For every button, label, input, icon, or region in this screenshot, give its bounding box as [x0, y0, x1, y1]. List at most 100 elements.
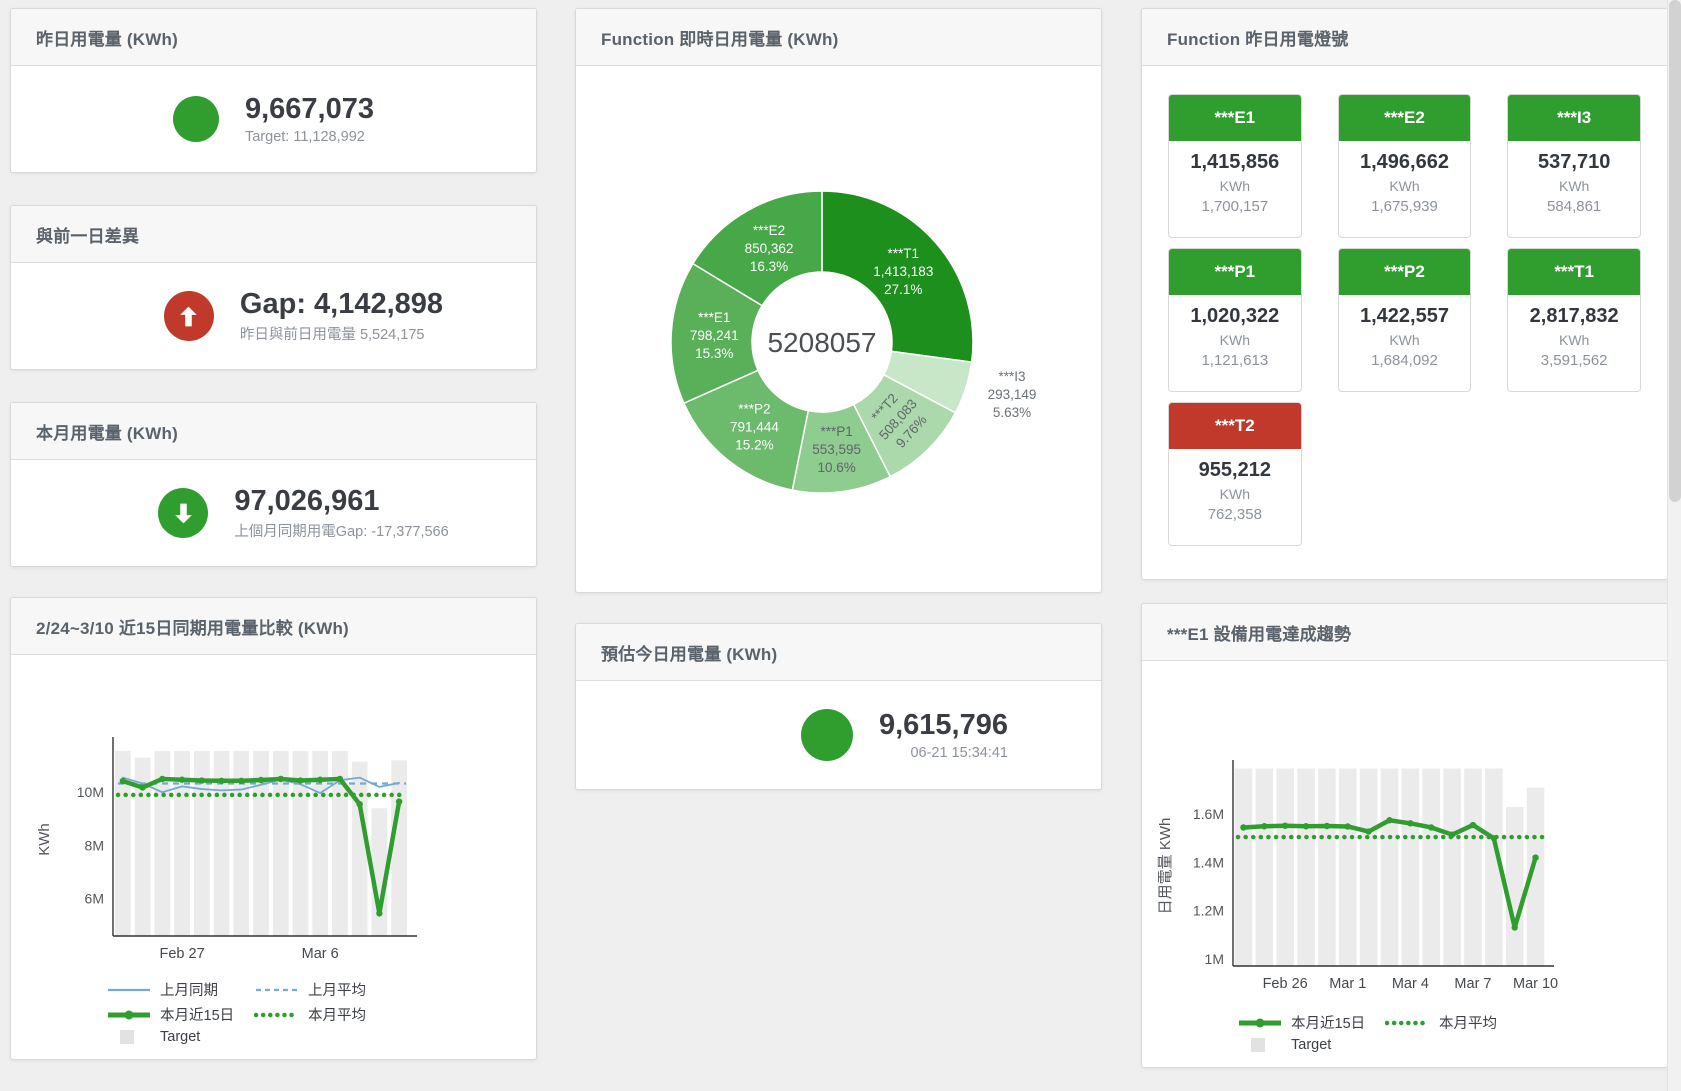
- legend-label: 本月平均: [1439, 1012, 1497, 1033]
- panel-header[interactable]: ***E1 設備用電達成趨勢: [1142, 604, 1667, 661]
- tile-label: ***E2: [1339, 95, 1471, 141]
- donut-body: ***T11,413,18327.1%***I3293,1495.63%***T…: [576, 66, 1101, 592]
- panel-title: Function 即時日用電量 (KWh): [601, 25, 838, 50]
- legend-label: Target: [160, 1029, 200, 1045]
- stat-text: Gap: 4,142,898 昨日與前日用電量 5,524,175: [240, 288, 443, 344]
- lights-tiles: ***E1 1,415,856 KWh 1,700,157 ***E2 1,496,662…: [1142, 66, 1667, 574]
- tile-label: ***P1: [1169, 249, 1301, 295]
- tile-label: ***I3: [1508, 95, 1640, 141]
- legend-row: Target: [1237, 1037, 1667, 1053]
- tile-value: 955,212: [1169, 459, 1301, 482]
- panel-header[interactable]: 預估今日用電量 (KWh): [576, 624, 1101, 681]
- status-circle-icon: [801, 709, 853, 761]
- arrow-up-icon: [175, 303, 202, 330]
- legend-row: 本月近15日本月平均: [106, 1004, 536, 1025]
- legend-swatch-square: [106, 1029, 152, 1045]
- legend-label: 上月同期: [160, 979, 218, 1000]
- legend-item[interactable]: 本月平均: [1385, 1012, 1533, 1033]
- stat-subtitle: 昨日與前日用電量 5,524,175: [240, 323, 443, 344]
- legend-label: Target: [1291, 1037, 1331, 1053]
- light-tile-T1: ***T12,817,832KWh3,591,562: [1507, 248, 1641, 392]
- tile-unit: KWh: [1339, 332, 1471, 348]
- light-tile-E1: ***E1 1,415,856 KWh 1,700,157: [1168, 94, 1302, 238]
- legend-swatch-square: [1237, 1037, 1283, 1053]
- legend-item[interactable]: 上月同期: [106, 979, 254, 1000]
- panel-yesterday-lights: Function 昨日用電燈號 ***E1 1,415,856 KWh 1,700,1…: [1141, 8, 1668, 580]
- stat-value: 9,615,796: [879, 709, 1008, 741]
- panel-gap-previous-day: 與前一日差異 Gap: 4,142,898 昨日與前日用電量 5,524,175: [10, 205, 537, 370]
- svg-text:Mar 6: Mar 6: [302, 946, 339, 962]
- tile-value: 1,496,662: [1339, 151, 1471, 174]
- e1-chart-svg: 1M1.2M1.4M1.6M日用電量 KWhFeb 26Mar 1Mar 4Ma…: [1142, 746, 1667, 1004]
- panel-yesterday-usage: 昨日用電量 (KWh) 9,667,073 Target: 11,128,992: [10, 8, 537, 173]
- tile-unit: KWh: [1508, 178, 1640, 194]
- donut-chart: ***T11,413,18327.1%***I3293,1495.63%***T…: [650, 170, 1084, 516]
- scrollbar-thumb[interactable]: [1669, 0, 1681, 502]
- panel-title: 預估今日用電量 (KWh): [601, 640, 777, 665]
- panel-header[interactable]: 昨日用電量 (KWh): [11, 9, 536, 66]
- svg-text:Mar 7: Mar 7: [1454, 976, 1491, 992]
- panel-e1-trend-chart: ***E1 設備用電達成趨勢 1M1.2M1.4M1.6M日用電量 KWhFeb…: [1141, 603, 1668, 1068]
- tile-label: ***E1: [1169, 95, 1301, 141]
- legend-item[interactable]: Target: [1237, 1037, 1385, 1053]
- arrow-down-circle-icon: [158, 488, 208, 538]
- tile-target-value: 1,684,092: [1339, 352, 1471, 369]
- legend-item[interactable]: 本月近15日: [1237, 1012, 1385, 1033]
- tile-target-value: 3,591,562: [1508, 352, 1640, 369]
- stat-body: 97,026,961 上個月同期用電Gap: -17,377,566: [11, 460, 536, 566]
- tile-target-value: 1,700,157: [1169, 198, 1301, 215]
- legend-row: 上月同期 上月平均: [106, 979, 536, 1000]
- svg-text:1M: 1M: [1205, 951, 1224, 967]
- legend-label: 本月近15日: [160, 1004, 234, 1025]
- panel-title: 2/24~3/10 近15日同期用電量比較 (KWh): [36, 614, 349, 639]
- svg-text:1.2M: 1.2M: [1193, 903, 1224, 919]
- legend-row: 本月近15日 本月平均: [1237, 1012, 1667, 1033]
- e1-trend-chart-legend: 本月近15日 本月平均 Target: [1142, 1012, 1667, 1053]
- stat-timestamp: 06-21 15:34:41: [879, 745, 1008, 761]
- panel-title: Function 昨日用電燈號: [1167, 25, 1348, 50]
- compare-chart: 6M8M10MKWhFeb 27Mar 6: [11, 721, 536, 971]
- scrollbar[interactable]: [1667, 0, 1681, 1091]
- legend-row: Target: [106, 1029, 536, 1045]
- stat-subtitle: 上個月同期用電Gap: -17,377,566: [234, 520, 448, 541]
- svg-text:10M: 10M: [77, 784, 104, 800]
- tile-value: 1,020,322: [1169, 305, 1301, 328]
- panel-header[interactable]: Function 昨日用電燈號: [1142, 9, 1667, 66]
- legend-swatch-thick: [1237, 1015, 1283, 1031]
- legend-swatch-dotted: [254, 1007, 300, 1023]
- legend-item[interactable]: 上月平均: [254, 979, 402, 1000]
- panel-realtime-donut: Function 即時日用電量 (KWh) ***T11,413,18327.1…: [575, 8, 1102, 593]
- panel-month-usage: 本月用電量 (KWh) 97,026,961 上個月同期用電Gap: -17,3…: [10, 402, 537, 567]
- legend-label: 上月平均: [308, 979, 366, 1000]
- stat-value: 97,026,961: [234, 485, 448, 517]
- tile-value: 1,415,856: [1169, 151, 1301, 174]
- light-tile-T2: ***T2955,212KWh762,358: [1168, 402, 1302, 546]
- tile-unit: KWh: [1169, 178, 1301, 194]
- tile-target-value: 584,861: [1508, 198, 1640, 215]
- legend-swatch-dashed: [254, 982, 300, 998]
- svg-text:1.4M: 1.4M: [1193, 854, 1224, 870]
- panel-header[interactable]: 2/24~3/10 近15日同期用電量比較 (KWh): [11, 598, 536, 655]
- panel-header[interactable]: Function 即時日用電量 (KWh): [576, 9, 1101, 66]
- svg-text:8M: 8M: [85, 837, 104, 853]
- panel-header[interactable]: 與前一日差異: [11, 206, 536, 263]
- light-tile-I3: ***I3537,710KWh584,861: [1507, 94, 1641, 238]
- tile-label: ***T2: [1169, 403, 1301, 449]
- svg-text:Feb 27: Feb 27: [159, 946, 204, 962]
- tile-target-value: 1,121,613: [1169, 352, 1301, 369]
- stat-body: Gap: 4,142,898 昨日與前日用電量 5,524,175: [11, 263, 536, 369]
- donut-center-value: 5208057: [767, 327, 876, 358]
- tile-label: ***P2: [1339, 249, 1471, 295]
- panel-title: ***E1 設備用電達成趨勢: [1167, 620, 1351, 645]
- stat-body: 9,667,073 Target: 11,128,992: [11, 66, 536, 172]
- panel-header[interactable]: 本月用電量 (KWh): [11, 403, 536, 460]
- tile-target-value: 1,675,939: [1339, 198, 1471, 215]
- legend-item[interactable]: Target: [106, 1029, 254, 1045]
- legend-item[interactable]: 本月平均: [254, 1004, 402, 1025]
- legend-item[interactable]: 本月近15日: [106, 1004, 254, 1025]
- panel-title: 昨日用電量 (KWh): [36, 25, 178, 50]
- panel-title: 本月用電量 (KWh): [36, 419, 178, 444]
- e1-trend-chart: 1M1.2M1.4M1.6M日用電量 KWhFeb 26Mar 1Mar 4Ma…: [1142, 746, 1667, 1004]
- panel-15day-compare-chart: 2/24~3/10 近15日同期用電量比較 (KWh) 6M8M10MKWhFe…: [10, 597, 537, 1060]
- tile-value: 2,817,832: [1508, 305, 1640, 328]
